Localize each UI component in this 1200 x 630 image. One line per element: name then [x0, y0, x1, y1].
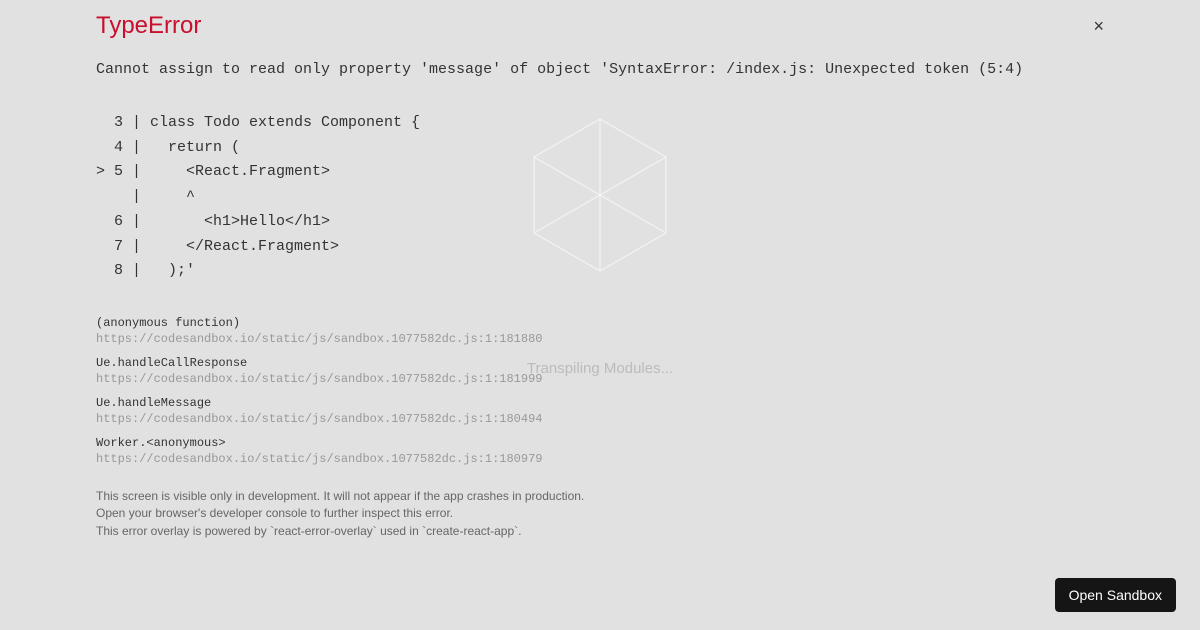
stack-loc: https://codesandbox.io/static/js/sandbox… [96, 332, 1104, 346]
footer-line: This screen is visible only in developme… [96, 488, 1104, 505]
close-icon[interactable]: × [1093, 17, 1104, 35]
code-frame: 3 | class Todo extends Component { 4 | r… [96, 111, 1104, 284]
error-overlay: TypeError × Cannot assign to read only p… [96, 12, 1104, 540]
stack-fn: Ue.handleMessage [96, 396, 1104, 410]
stack-fn: (anonymous function) [96, 316, 1104, 330]
error-message: Cannot assign to read only property 'mes… [96, 58, 1104, 83]
footer-notice: This screen is visible only in developme… [96, 488, 1104, 540]
open-sandbox-button[interactable]: Open Sandbox [1055, 578, 1176, 612]
stack-loc: https://codesandbox.io/static/js/sandbox… [96, 412, 1104, 426]
stack-frame: Ue.handleMessage https://codesandbox.io/… [96, 396, 1104, 426]
stack-loc: https://codesandbox.io/static/js/sandbox… [96, 452, 1104, 466]
stack-trace: (anonymous function) https://codesandbox… [96, 316, 1104, 466]
stack-loc: https://codesandbox.io/static/js/sandbox… [96, 372, 1104, 386]
error-type-heading: TypeError [96, 12, 201, 40]
footer-line: Open your browser's developer console to… [96, 505, 1104, 522]
stack-frame: Worker.<anonymous> https://codesandbox.i… [96, 436, 1104, 466]
footer-line: This error overlay is powered by `react-… [96, 523, 1104, 540]
stack-frame: (anonymous function) https://codesandbox… [96, 316, 1104, 346]
stack-frame: Ue.handleCallResponse https://codesandbo… [96, 356, 1104, 386]
stack-fn: Ue.handleCallResponse [96, 356, 1104, 370]
stack-fn: Worker.<anonymous> [96, 436, 1104, 450]
